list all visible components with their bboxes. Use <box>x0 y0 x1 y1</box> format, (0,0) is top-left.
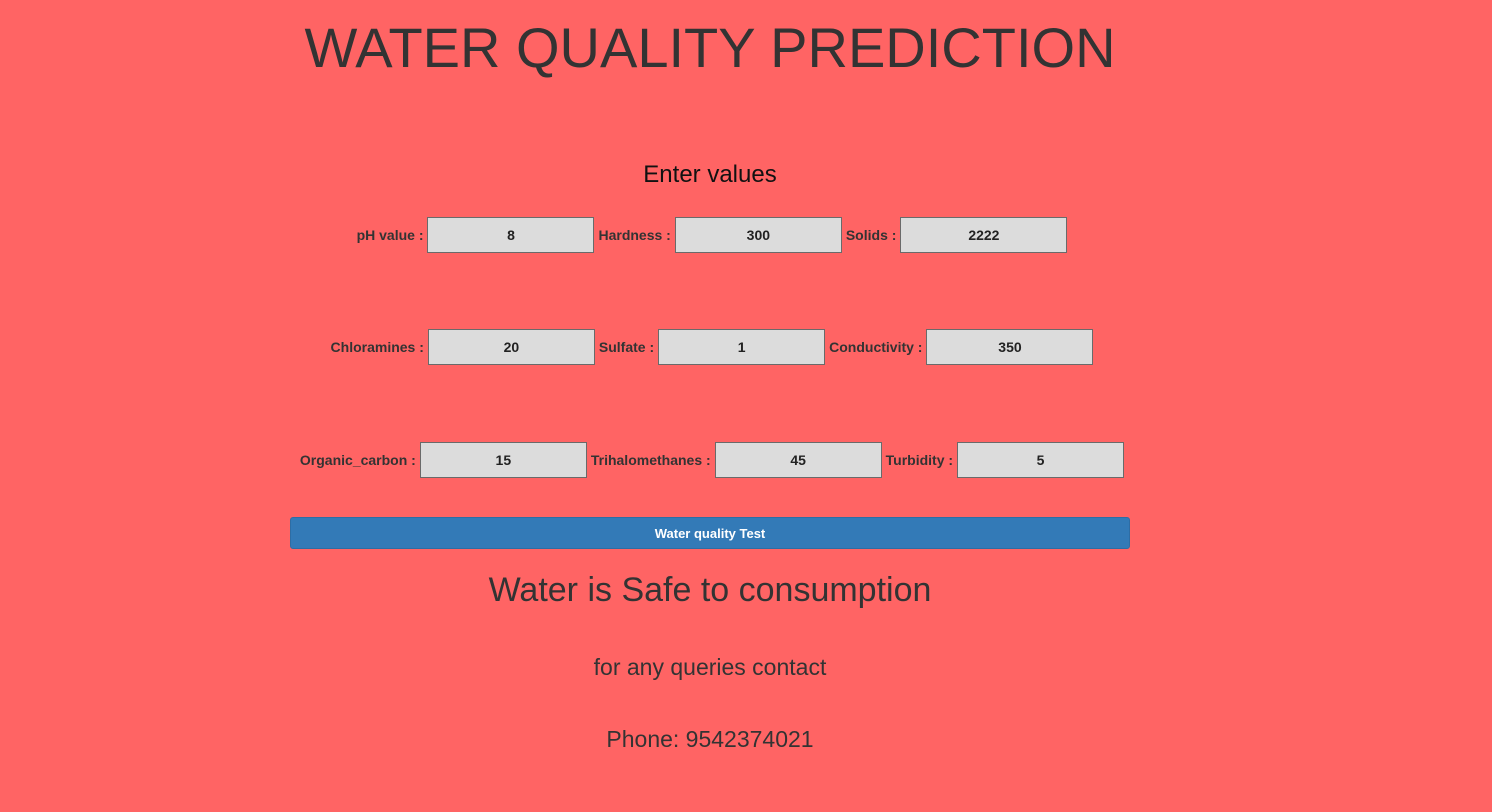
turbidity-label: Turbidity : <box>885 452 954 468</box>
form-row: Chloramines : Sulfate : Conductivity : <box>0 328 1420 366</box>
form-row: Organic_carbon : Trihalomethanes : Turbi… <box>0 441 1420 479</box>
sulfate-input[interactable] <box>658 329 826 365</box>
chloramines-label: Chloramines : <box>330 339 424 355</box>
trihalomethanes-input[interactable] <box>714 442 882 478</box>
water-quality-test-button[interactable]: Water quality Test <box>290 517 1130 549</box>
solids-input[interactable] <box>900 217 1068 253</box>
chloramines-input[interactable] <box>427 329 595 365</box>
organic-carbon-input[interactable] <box>419 442 587 478</box>
prediction-result: Water is Safe to consumption <box>488 571 932 609</box>
form-heading: Enter values <box>643 161 777 188</box>
form-row: pH value : Hardness : Solids : <box>0 216 1420 254</box>
sulfate-label: Sulfate : <box>598 339 655 355</box>
conductivity-label: Conductivity : <box>829 339 923 355</box>
turbidity-input[interactable] <box>957 442 1125 478</box>
contact-text: for any queries contact <box>593 654 827 680</box>
hardness-input[interactable] <box>674 217 842 253</box>
ph-label: pH value : <box>356 227 424 243</box>
solids-label: Solids : <box>845 227 897 243</box>
conductivity-input[interactable] <box>926 329 1094 365</box>
hardness-label: Hardness : <box>598 227 671 243</box>
page-title: WATER QUALITY PREDICTION <box>304 16 1116 79</box>
organic-carbon-label: Organic_carbon : <box>299 452 416 468</box>
ph-input[interactable] <box>427 217 595 253</box>
phone-text: Phone: 9542374021 <box>606 726 814 752</box>
trihalomethanes-label: Trihalomethanes : <box>590 452 711 468</box>
